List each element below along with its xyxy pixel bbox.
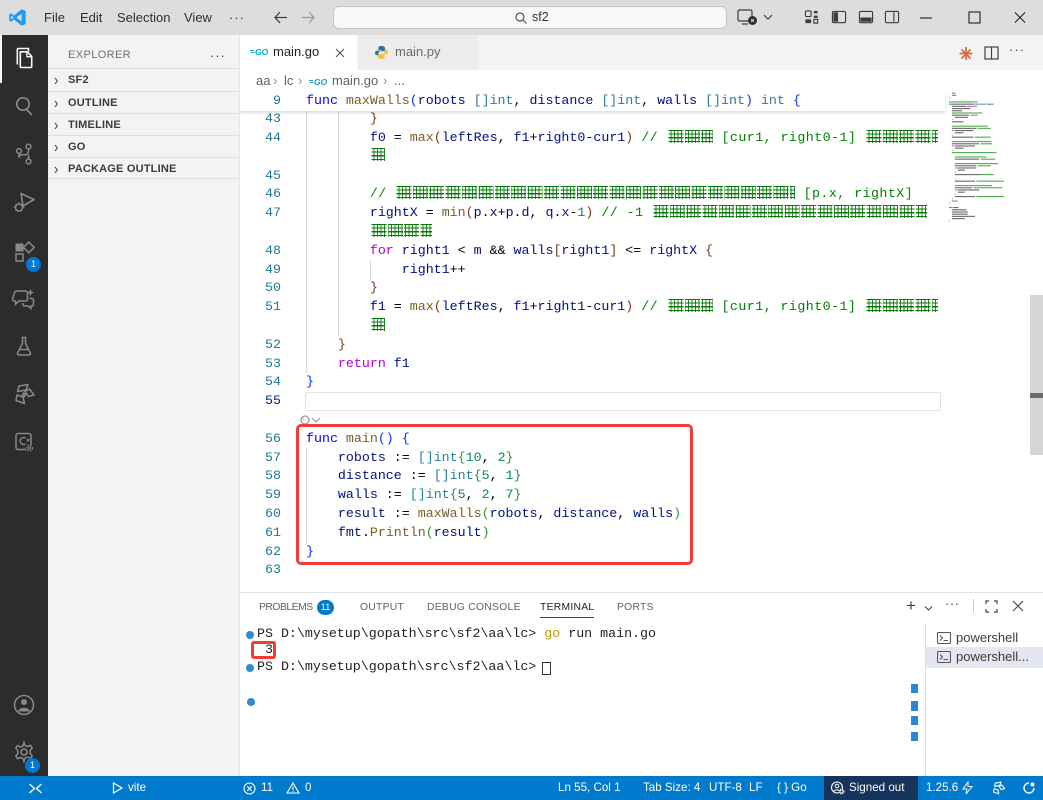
svg-text:GO: GO (255, 47, 269, 57)
svg-text:GO: GO (314, 77, 328, 87)
